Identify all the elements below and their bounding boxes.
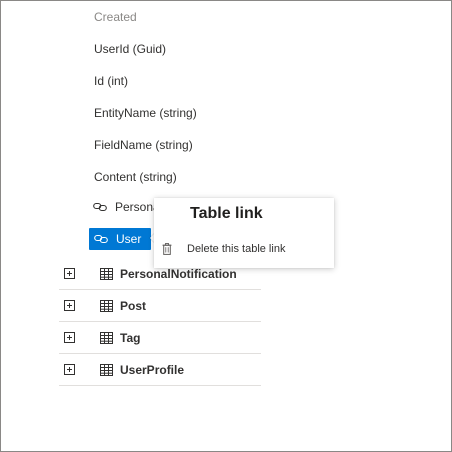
field-content: Content (string) [94,170,177,184]
delete-table-link-label: Delete this table link [187,243,286,255]
table-row[interactable]: Post [59,290,261,322]
field-entityname: EntityName (string) [94,106,197,120]
table-icon [100,299,113,312]
callout-title: Table link [190,205,263,222]
table-link-user[interactable]: User [89,228,152,250]
table-name: PersonalNotification [120,266,237,281]
table-icon [100,363,113,376]
link-icon [93,202,107,212]
diagram-canvas: Created UserId (Guid) Id (int) EntityNam… [0,0,452,452]
table-name: Post [120,298,147,313]
field-fieldname: FieldName (string) [94,138,193,152]
expand-icon[interactable] [64,332,75,343]
table-name: Tag [120,330,141,345]
expand-icon[interactable] [64,364,75,375]
expand-icon[interactable] [64,268,75,279]
table-link-label: User [116,232,142,246]
expand-icon[interactable] [64,300,75,311]
table-row[interactable]: UserProfile [59,354,261,386]
link-icon [94,234,108,244]
table-link-callout: Table link Delete this table link [154,198,334,268]
field-created: Created [94,10,137,24]
table-name: UserProfile [120,362,185,377]
table-row[interactable]: Tag [59,322,261,354]
table-icon [100,267,113,280]
trash-icon [162,243,172,255]
field-userid: UserId (Guid) [94,42,167,56]
table-icon [100,331,113,344]
field-id: Id (int) [94,74,129,88]
delete-table-link-button[interactable]: Delete this table link [162,240,285,258]
